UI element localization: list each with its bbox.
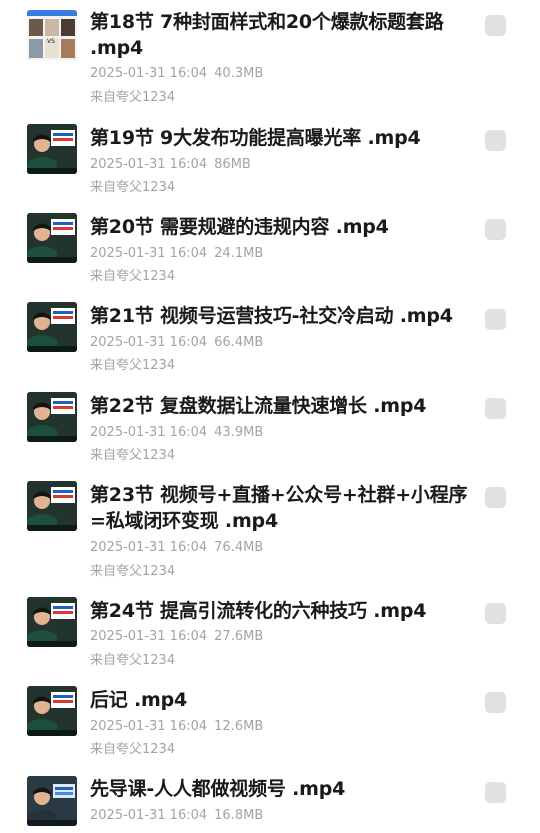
video-thumbnail[interactable] [27,597,77,647]
file-title[interactable]: 第19节 9大发布功能提高曝光率 .mp4 [90,125,468,151]
file-source: 来自夸父1234 [90,564,176,579]
checkbox-icon[interactable] [485,487,506,508]
file-meta: 2025-01-31 16:04 12.6MB [90,718,263,736]
checkbox-icon[interactable] [485,692,506,713]
checkbox-icon[interactable] [485,603,506,624]
thumbnail-lecture-image [27,392,77,442]
file-meta: 2025-01-31 16:04 76.4MB [90,539,263,557]
file-date: 2025-01-31 16:04 [90,335,208,350]
file-title[interactable]: 第23节 视频号+直播+公众号+社群+小程序=私域闭环变现 .mp4 [90,482,468,534]
file-list: VS 第18节 7种封面样式和20个爆款标题套路 .mp4 2025-01-31… [0,0,540,833]
video-thumbnail[interactable]: VS [27,10,77,60]
file-size: 76.4MB [214,540,264,555]
svg-text:VS: VS [47,38,55,45]
file-date: 2025-01-31 16:04 [90,629,208,644]
video-thumbnail[interactable] [27,776,77,826]
video-thumbnail[interactable] [27,302,77,352]
video-thumbnail[interactable] [27,481,77,531]
file-date: 2025-01-31 16:04 [90,425,208,440]
file-date: 2025-01-31 16:04 [90,157,208,172]
file-meta: 2025-01-31 16:04 66.4MB [90,334,263,352]
checkbox-icon[interactable] [485,398,506,419]
file-source: 来自夸父1234 [90,269,176,284]
file-title[interactable]: 第18节 7种封面样式和20个爆款标题套路 .mp4 [90,9,468,61]
checkbox-icon[interactable] [485,782,506,803]
file-meta: 2025-01-31 16:04 40.3MB [90,65,263,83]
file-size: 40.3MB [214,66,264,81]
thumbnail-lecture-image [27,686,77,736]
file-title[interactable]: 第24节 提高引流转化的六种技巧 .mp4 [90,598,468,624]
checkbox-icon[interactable] [485,309,506,330]
video-thumbnail[interactable] [27,686,77,736]
file-size: 27.6MB [214,629,264,644]
thumbnail-lecture-image [27,302,77,352]
checkbox-icon[interactable] [485,130,506,151]
checkbox-icon[interactable] [485,219,506,240]
file-size: 86MB [214,157,251,172]
file-date: 2025-01-31 16:04 [90,246,208,261]
file-date: 2025-01-31 16:04 [90,719,208,734]
file-title[interactable]: 后记 .mp4 [90,687,468,713]
thumbnail-lecture-image [27,481,77,531]
file-date: 2025-01-31 16:04 [90,66,208,81]
thumbnail-grid-image: VS [27,10,77,60]
file-source: 来自夸父1234 [90,742,176,757]
thumbnail-lecture-image [27,597,77,647]
file-size: 12.6MB [214,719,264,734]
file-size: 24.1MB [214,246,264,261]
file-source: 来自夸父1234 [90,90,176,105]
file-meta: 2025-01-31 16:04 24.1MB [90,245,263,263]
video-thumbnail[interactable] [27,392,77,442]
thumbnail-lecture-image [27,124,77,174]
file-title[interactable]: 先导课-人人都做视频号 .mp4 [90,776,468,802]
file-title[interactable]: 第22节 复盘数据让流量快速增长 .mp4 [90,393,468,419]
file-meta: 2025-01-31 16:04 86MB [90,156,251,174]
file-date: 2025-01-31 16:04 [90,808,208,823]
video-thumbnail[interactable] [27,213,77,263]
file-title[interactable]: 第20节 需要规避的违规内容 .mp4 [90,214,468,240]
file-source: 来自夸父1234 [90,358,176,373]
file-meta: 2025-01-31 16:04 27.6MB [90,628,263,646]
video-thumbnail[interactable] [27,124,77,174]
file-meta: 2025-01-31 16:04 43.9MB [90,424,263,442]
file-size: 66.4MB [214,335,264,350]
file-size: 43.9MB [214,425,264,440]
checkbox-icon[interactable] [485,15,506,36]
thumbnail-lecture-image [27,213,77,263]
file-date: 2025-01-31 16:04 [90,540,208,555]
file-source: 来自夸父1234 [90,653,176,668]
thumbnail-lecture-image [27,776,77,826]
file-meta: 2025-01-31 16:04 16.8MB [90,807,263,825]
file-source: 来自夸父1234 [90,448,176,463]
file-source: 来自夸父1234 [90,180,176,195]
file-size: 16.8MB [214,808,264,823]
file-title[interactable]: 第21节 视频号运营技巧-社交冷启动 .mp4 [90,303,468,329]
